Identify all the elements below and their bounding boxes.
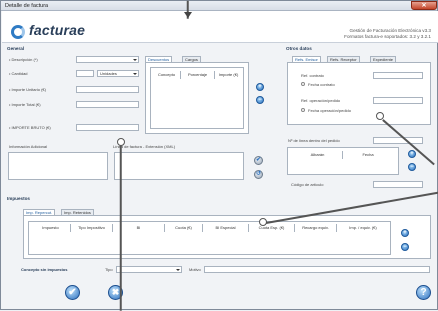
col-impuesto: Impuesto — [31, 224, 71, 232]
chevron-down-icon — [133, 73, 137, 75]
col-cuota-especial: Cuota Esp. (€) — [249, 224, 295, 232]
otros-datos-title: Otros datos — [286, 46, 312, 51]
concepto-sin-impuestos-label: Concepto sin impuestos — [21, 267, 68, 272]
fecha-contrato-checkbox[interactable] — [301, 82, 305, 86]
importe-unitario-input[interactable] — [76, 86, 139, 93]
importe-unitario-label: • Importe Unitario (€) — [9, 87, 46, 92]
num-linea-input[interactable] — [373, 137, 423, 144]
callout-line — [120, 145, 122, 311]
general-section-title: General — [7, 46, 25, 51]
col-concepto: Concepto — [153, 71, 181, 79]
chevron-down-icon — [133, 59, 137, 61]
chevron-down-icon — [176, 269, 180, 271]
ref-operacion-input[interactable] — [373, 97, 423, 104]
importe-total-input[interactable] — [76, 101, 139, 108]
remove-albaran-button[interactable]: − — [408, 163, 416, 171]
fecha-contrato-label: Fecha contrato — [308, 82, 335, 87]
descripcion-select[interactable] — [76, 56, 139, 63]
col-albaran: Albarán — [293, 151, 343, 159]
extension-textarea[interactable] — [114, 152, 244, 180]
title-bar: Detalle de factura ✕ — [1, 1, 437, 11]
importe-total-label: • Importe Total (€) — [9, 102, 41, 107]
col-tipo-impositivo: Tipo Impositivo — [71, 224, 113, 232]
ref-contrato-input[interactable] — [373, 72, 423, 79]
fecha-operacion-label: Fecha operación/pedido — [308, 108, 351, 113]
facturae-logo-icon — [11, 25, 25, 39]
tipo-select[interactable] — [116, 266, 182, 273]
col-imp-equiv: Imp. / equiv. (€) — [337, 224, 389, 232]
add-impuesto-button[interactable]: + — [401, 229, 409, 237]
fecha-operacion-checkbox[interactable] — [301, 108, 305, 112]
window-title: Detalle de factura — [5, 3, 49, 9]
info-adicional-textarea[interactable] — [8, 152, 108, 180]
col-fecha: Fecha — [343, 151, 393, 159]
remove-descuento-button[interactable]: − — [256, 96, 264, 104]
add-descuento-button[interactable]: + — [256, 83, 264, 91]
col-importe: Importe (€) — [215, 71, 242, 79]
col-bi-especial: BI Especial — [203, 224, 249, 232]
close-button[interactable]: ✕ — [411, 1, 437, 10]
info-adicional-label: Información Adicional — [9, 144, 48, 149]
ref-operacion-label: Ref. operación/pedido — [301, 98, 341, 103]
reset-extension-button[interactable]: ↺ — [254, 170, 263, 179]
motivo-label: Motivo — [189, 267, 201, 272]
unidades-select[interactable]: Unidades — [97, 70, 139, 77]
app-version: Gestión de Facturación Electrónica v3.3 — [349, 28, 431, 33]
apply-extension-button[interactable]: ✔ — [254, 156, 263, 165]
col-porcentaje: Porcentaje — [181, 71, 215, 79]
ok-button[interactable]: ✔ — [65, 285, 80, 300]
codigo-articulo-label: Código de artículo — [291, 182, 324, 187]
invoice-detail-window: Detalle de factura ✕ facturae Gestión de… — [0, 0, 438, 310]
motivo-input[interactable] — [204, 266, 430, 273]
remove-impuesto-button[interactable]: − — [401, 243, 409, 251]
importe-bruto-label: • IMPORTE BRUTO (€) — [9, 125, 51, 130]
importe-bruto-input[interactable] — [76, 124, 139, 131]
unidades-value: Unidades — [100, 71, 117, 76]
tipo-label: Tipo — [105, 267, 113, 272]
add-albaran-button[interactable]: + — [408, 150, 416, 158]
impuestos-title: Impuestos — [7, 196, 30, 201]
descripcion-label: • Descripción (*) — [9, 57, 38, 62]
app-logo-text: facturae — [29, 22, 86, 38]
cantidad-label: • Cantidad — [9, 71, 28, 76]
supported-formats: Formatos factura-e soportados: 3.2 y 3.2… — [344, 34, 431, 39]
col-recargo-equiv: Recargo equiv. — [295, 224, 337, 232]
codigo-articulo-input[interactable] — [373, 181, 423, 188]
callout-arrow-icon — [184, 12, 192, 18]
col-cuota: Cuota (€) — [165, 224, 203, 232]
ref-contrato-label: Ref. contrato — [301, 73, 324, 78]
help-button[interactable]: ? — [416, 285, 431, 300]
num-linea-label: Nº de línea dentro del pedido — [288, 138, 340, 143]
cantidad-input[interactable] — [76, 70, 94, 77]
